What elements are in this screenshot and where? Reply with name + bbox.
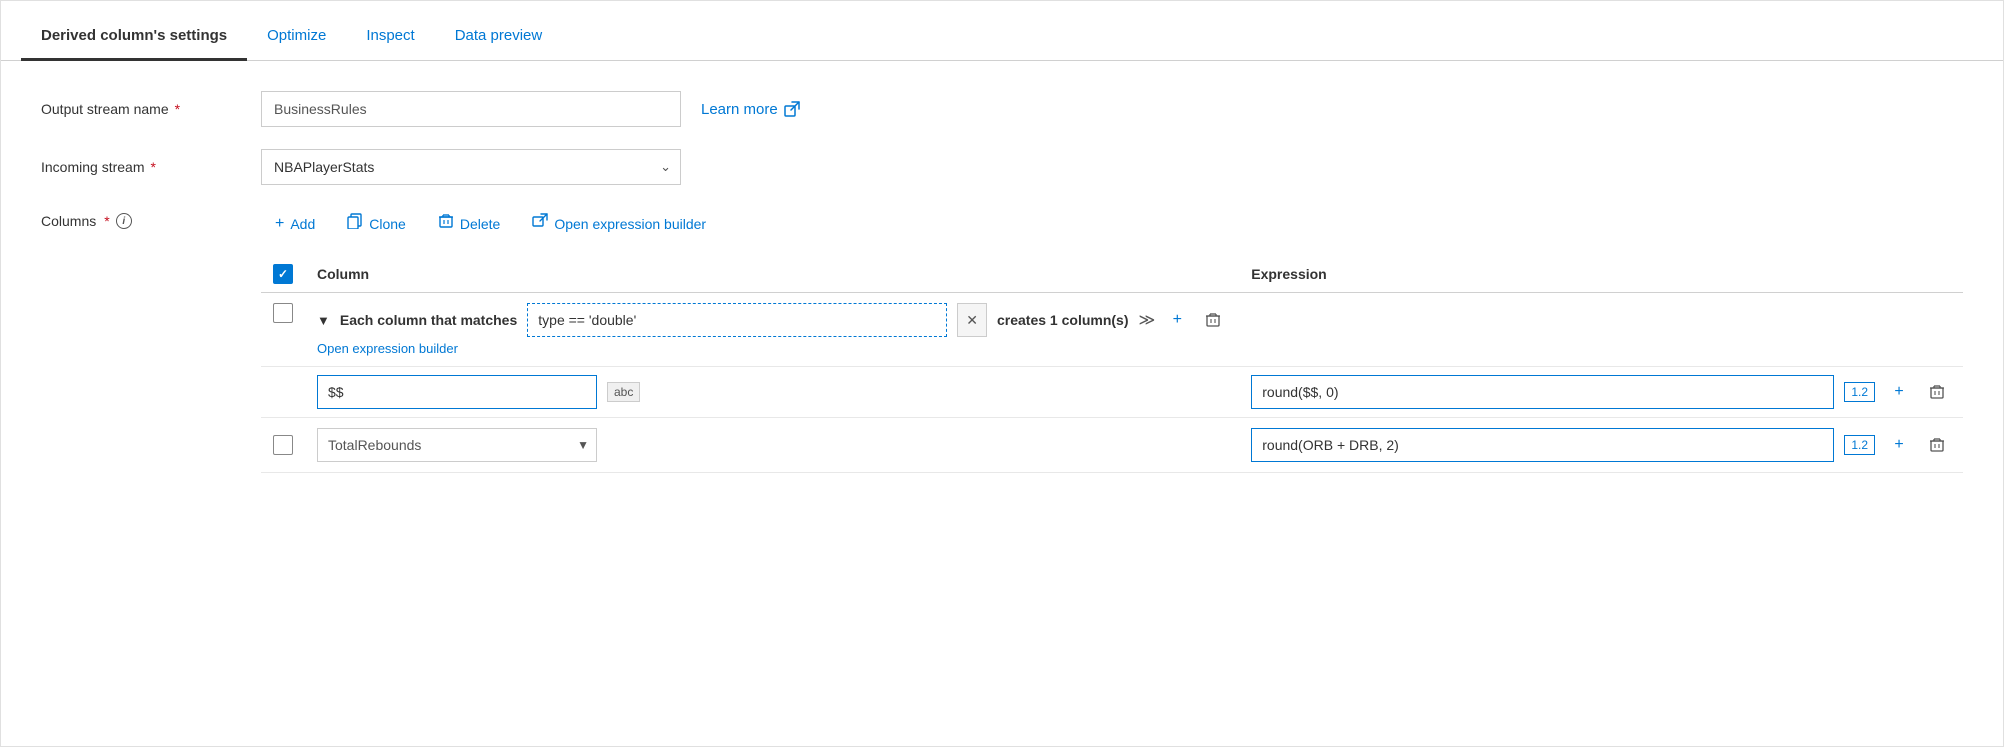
plus-icon: + (275, 215, 284, 233)
incoming-stream-select[interactable]: NBAPlayerStats (261, 149, 681, 185)
normal-row-column-cell: TotalRebounds ▼ (305, 418, 1239, 473)
expand-icon[interactable]: ≫ (1139, 310, 1156, 330)
incoming-stream-label: Incoming stream * (41, 159, 241, 175)
clone-icon (347, 213, 363, 234)
pattern-main-row: ▼ Each column that matches ✕ creates 1 c… (317, 303, 1227, 337)
incoming-stream-row: Incoming stream * NBAPlayerStats ⌄ (41, 149, 1963, 185)
expression-builder-icon (532, 213, 548, 234)
delete-button[interactable]: Delete (424, 207, 514, 240)
add-normal-row-button[interactable]: + (1885, 431, 1913, 459)
total-rebounds-expression-input[interactable] (1251, 428, 1834, 462)
sub-row-empty-cell (261, 367, 305, 418)
pattern-expression-input[interactable] (527, 303, 947, 337)
checked-box[interactable] (273, 264, 293, 284)
pattern-expression-cell (1239, 293, 1963, 367)
main-content: Output stream name * Learn more Incoming… (1, 61, 2003, 525)
add-sub-row-btn-2[interactable]: + (1885, 378, 1913, 406)
incoming-stream-select-wrapper: NBAPlayerStats ⌄ (261, 149, 681, 185)
columns-required-star: * (104, 213, 109, 229)
output-stream-label: Output stream name * (41, 101, 241, 117)
add-button[interactable]: + Add (261, 209, 329, 239)
tab-data-preview[interactable]: Data preview (435, 13, 563, 61)
add-sub-row-button[interactable]: + (1163, 306, 1191, 334)
pattern-text: Each column that matches (340, 312, 517, 328)
tab-bar: Derived column's settings Optimize Inspe… (1, 1, 2003, 61)
delete-pattern-button[interactable] (1199, 306, 1227, 334)
sub-row-pattern-0: abc 1.2 + (261, 367, 1963, 418)
header-column: Column (305, 256, 1239, 293)
columns-content: + Add Clone (261, 207, 1963, 473)
page-container: Derived column's settings Optimize Inspe… (0, 0, 2004, 747)
pattern-cell: ▼ Each column that matches ✕ creates 1 c… (317, 303, 1227, 356)
sub-row-content: abc (317, 375, 1227, 409)
external-link-icon (784, 101, 800, 117)
pattern-column-cell: ▼ Each column that matches ✕ creates 1 c… (305, 293, 1239, 367)
collapse-arrow-icon[interactable]: ▼ (317, 313, 330, 328)
output-stream-input[interactable] (261, 91, 681, 127)
toolbar: + Add Clone (261, 207, 1963, 240)
col-dropdown-wrapper: TotalRebounds ▼ (317, 428, 597, 462)
delete-normal-row-button[interactable] (1923, 431, 1951, 459)
row-checkbox-pattern[interactable] (273, 303, 293, 323)
sub-col-name-input[interactable] (317, 375, 597, 409)
select-all-checkbox[interactable] (273, 264, 293, 284)
table-header-row: Column Expression (261, 256, 1963, 293)
normal-type-badge: 1.2 (1844, 435, 1875, 455)
row-checkbox-normal[interactable] (273, 435, 293, 455)
output-required-star: * (175, 101, 180, 117)
clone-button[interactable]: Clone (333, 207, 420, 240)
normal-expr-container: 1.2 + (1251, 428, 1951, 462)
normal-row-expr-cell: 1.2 + (1239, 418, 1963, 473)
learn-more-link[interactable]: Learn more (701, 101, 800, 118)
columns-table: Column Expression (261, 256, 1963, 473)
sub-row-expr-cell: 1.2 + (1239, 367, 1963, 418)
tab-inspect[interactable]: Inspect (346, 13, 434, 61)
col-type-badge: abc (607, 382, 640, 402)
col-name-dropdown[interactable]: TotalRebounds (317, 428, 597, 462)
open-expression-builder-button[interactable]: Open expression builder (518, 207, 720, 240)
pattern-checkbox-cell (261, 293, 305, 367)
output-stream-row: Output stream name * Learn more (41, 91, 1963, 127)
incoming-required-star: * (150, 159, 155, 175)
open-expression-builder-link[interactable]: Open expression builder (317, 341, 1227, 356)
delete-sub-row-button[interactable] (1923, 378, 1951, 406)
pattern-row-actions: ≫ + (1139, 306, 1228, 334)
sub-row-column-cell: abc (305, 367, 1239, 418)
sub-expression-input[interactable] (1251, 375, 1834, 409)
header-expression: Expression (1239, 256, 1963, 293)
pattern-row: ▼ Each column that matches ✕ creates 1 c… (261, 293, 1963, 367)
sub-expr-container: 1.2 + (1251, 375, 1951, 409)
normal-row-checkbox-cell (261, 418, 305, 473)
info-icon: i (116, 213, 132, 229)
header-checkbox-col (261, 256, 305, 293)
tab-derived-settings[interactable]: Derived column's settings (21, 13, 247, 61)
sub-type-badge: 1.2 (1844, 382, 1875, 402)
columns-label: Columns * i (41, 207, 241, 229)
trash-icon (438, 213, 454, 234)
clear-pattern-button[interactable]: ✕ (957, 303, 987, 337)
columns-section-row: Columns * i + Add (41, 207, 1963, 473)
total-rebounds-row: TotalRebounds ▼ 1.2 + (261, 418, 1963, 473)
tab-optimize[interactable]: Optimize (247, 13, 346, 61)
creates-label: creates 1 column(s) (997, 312, 1129, 328)
